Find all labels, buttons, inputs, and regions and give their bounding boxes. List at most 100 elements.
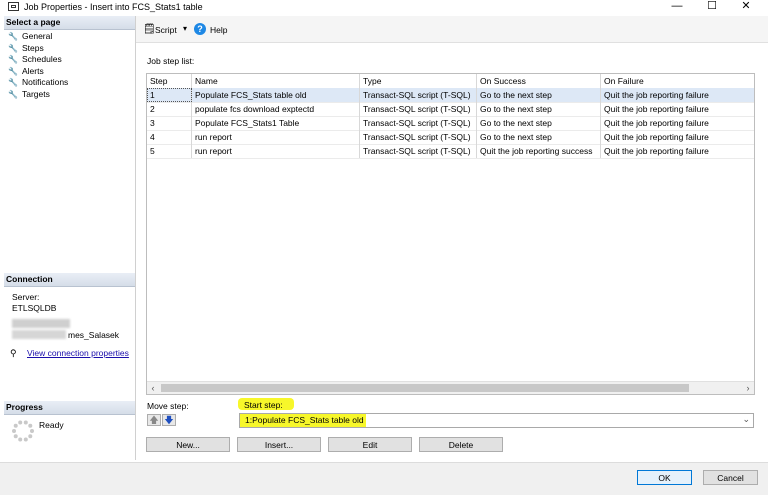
wrench-icon: 🔧 [8,32,18,41]
move-step-label: Move step: [147,401,189,411]
grid-header-row: Step Name Type On Success On Failure [147,74,754,89]
dialog-button-bar: OK Cancel [0,462,768,495]
column-header-step[interactable]: Step [147,74,192,88]
cell-step: 4 [147,130,192,144]
cell-step: 3 [147,116,192,130]
connection-properties-icon: ⚲ [10,348,17,358]
cell-step: 2 [147,102,192,116]
cell-step: 5 [147,144,192,158]
server-label: Server: [12,292,40,302]
insert-step-button[interactable]: Insert... [237,437,321,452]
job-step-grid: Step Name Type On Success On Failure 1 P… [146,73,755,395]
server-value: ETLSQLDB [12,303,57,313]
spinner-dot [13,423,18,428]
cell-name: run report [192,130,360,144]
page-item-notifications[interactable]: 🔧 Notifications [4,77,135,89]
blurred-user-name [12,319,70,328]
table-row[interactable]: 2 populate fcs download exptectd Transac… [147,102,754,117]
page-item-general[interactable]: 🔧 General [4,31,135,43]
horizontal-scrollbar[interactable]: ‹ › [147,381,754,394]
page-list: 🔧 General 🔧 Steps 🔧 Schedules 🔧 Alerts 🔧 Noti… [4,31,135,100]
script-button[interactable]: Script [155,25,177,35]
close-button[interactable]: ✕ [731,0,761,15]
wrench-icon: 🔧 [8,55,18,64]
window-title: Job Properties - Insert into FCS_Stats1 … [24,2,203,12]
scrollbar-thumb[interactable] [161,384,689,392]
page-item-schedules[interactable]: 🔧 Schedules [4,54,135,66]
wrench-icon: 🔧 [8,78,18,87]
ok-button[interactable]: OK [637,470,692,485]
spinner-dot [23,437,28,442]
column-header-name[interactable]: Name [192,74,360,88]
progress-status: Ready [39,420,64,430]
script-icon: 🗒 [143,24,156,35]
cell-type: Transact-SQL script (T-SQL) [360,102,477,116]
column-header-type[interactable]: Type [360,74,477,88]
cell-name: populate fcs download exptectd [192,102,360,116]
cell-type: Transact-SQL script (T-SQL) [360,130,477,144]
help-button[interactable]: Help [210,25,227,35]
move-up-button[interactable]: 🡅 [147,414,161,426]
chevron-down-icon[interactable]: ⌄ [742,414,750,425]
page-item-label: Targets [22,88,50,99]
page-item-label: Alerts [22,65,44,76]
chevron-down-icon[interactable]: ▾ [183,24,187,33]
maximize-button[interactable]: ☐ [697,0,727,15]
scroll-left-icon[interactable]: ‹ [147,382,159,394]
left-pane: Select a page 🔧 General 🔧 Steps 🔧 Schedules… [4,16,136,460]
cell-on-success: Go to the next step [477,88,601,102]
spinner-dot [28,434,33,439]
arrow-down-icon: 🡇 [164,415,174,425]
table-row[interactable]: 1 Populate FCS_Stats table old Transact-… [147,88,754,103]
move-down-button[interactable]: 🡇 [162,414,176,426]
spinner-dot [28,423,33,428]
table-row[interactable]: 5 run report Transact-SQL script (T-SQL)… [147,144,754,159]
spinner-dot [13,434,18,439]
start-step-label: Start step: [244,400,283,410]
page-item-label: Steps [22,42,44,53]
wrench-icon: 🔧 [8,43,18,53]
view-connection-properties-link[interactable]: View connection properties [27,348,129,358]
job-step-list-label: Job step list: [147,56,195,66]
column-header-on-success[interactable]: On Success [477,74,601,88]
page-item-targets[interactable]: 🔧 Targets [4,89,135,101]
cancel-button[interactable]: Cancel [703,470,758,485]
cell-name: Populate FCS_Stats1 Table [192,116,360,130]
title-bar: Job Properties - Insert into FCS_Stats1 … [0,0,768,15]
connection-header: Connection [4,273,135,287]
column-header-on-failure[interactable]: On Failure [601,74,754,88]
start-step-value: 1:Populate FCS_Stats table old [245,415,364,425]
page-item-label: Schedules [22,54,62,64]
cell-on-success: Go to the next step [477,130,601,144]
cell-on-failure: Quit the job reporting failure [604,90,709,100]
select-page-header: Select a page [4,16,135,30]
help-icon[interactable]: ? [194,23,206,35]
start-step-dropdown[interactable]: 1:Populate FCS_Stats table old ⌄ [239,413,754,428]
delete-step-button[interactable]: Delete [419,437,503,452]
page-item-label: General [22,31,53,41]
new-step-button[interactable]: New... [146,437,230,452]
spinner-dot [12,429,16,433]
cell-type: Transact-SQL script (T-SQL) [360,116,477,130]
cell-on-failure: Quit the job reporting failure [604,104,709,114]
minimize-button[interactable]: — [662,0,692,15]
edit-step-button[interactable]: Edit [328,437,412,452]
cell-on-failure: Quit the job reporting failure [604,132,709,142]
wrench-icon: 🔧 [8,89,18,99]
blurred-user-name [12,330,66,339]
cell-on-failure: Quit the job reporting failure [604,146,709,156]
cell-name: Populate FCS_Stats table old [192,88,360,102]
table-row[interactable]: 3 Populate FCS_Stats1 Table Transact-SQL… [147,116,754,131]
cell-on-success: Go to the next step [477,116,601,130]
page-item-alerts[interactable]: 🔧 Alerts [4,66,135,78]
table-row[interactable]: 4 run report Transact-SQL script (T-SQL)… [147,130,754,145]
cell-step: 1 [147,88,192,102]
cell-on-success: Quit the job reporting success [477,144,601,158]
progress-spinner-icon [12,420,34,442]
cell-name: run report [192,144,360,158]
spinner-dot [30,429,34,433]
cell-type: Transact-SQL script (T-SQL) [360,88,477,102]
spinner-dot [18,437,23,442]
scroll-right-icon[interactable]: › [742,382,754,394]
page-item-steps[interactable]: 🔧 Steps [4,43,135,55]
